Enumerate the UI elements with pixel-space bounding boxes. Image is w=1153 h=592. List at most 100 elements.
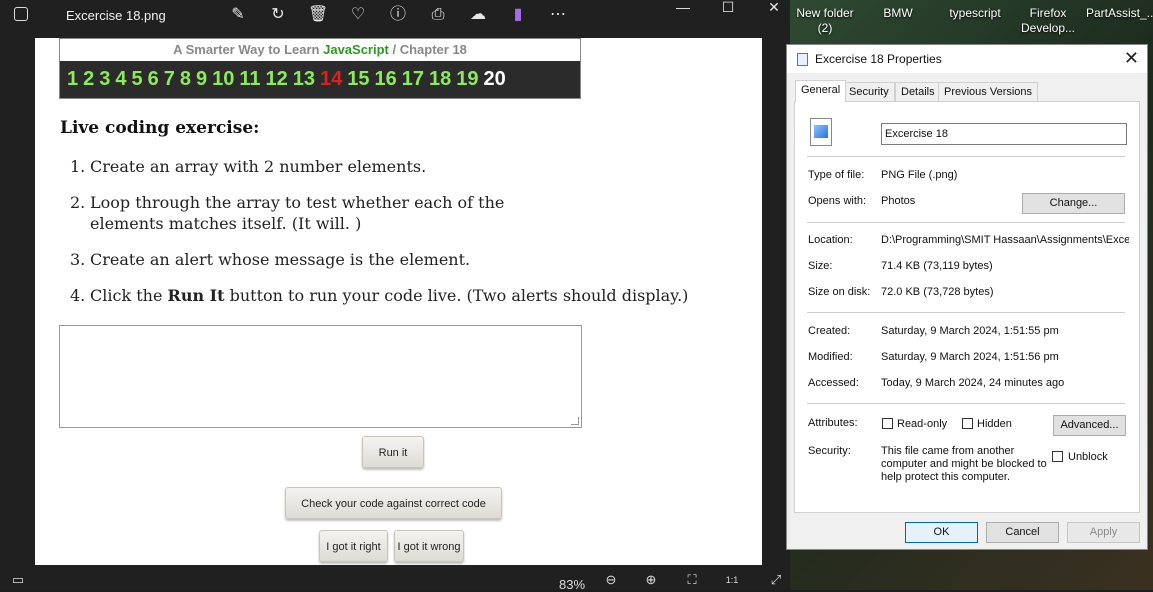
created-label: Created: xyxy=(808,325,851,337)
step-text: Loop through the array to test whether e… xyxy=(90,193,505,233)
size-on-disk-value: 72.0 KB (73,728 bytes) xyxy=(881,286,994,298)
onedrive-icon[interactable]: ☁ xyxy=(468,5,488,25)
desktop-icon-firefox[interactable]: Firefox Develop... xyxy=(1015,6,1081,36)
type-label: Type of file: xyxy=(808,169,865,181)
size-on-disk-label: Size on disk: xyxy=(808,286,871,298)
maximize-button[interactable]: ☐ xyxy=(705,0,751,16)
png-file-icon xyxy=(810,118,832,146)
chapter-link-13[interactable]: 13 xyxy=(293,68,315,90)
unblock-checkbox[interactable] xyxy=(1052,451,1063,462)
chapter-link-3[interactable]: 3 xyxy=(99,68,110,90)
ok-button[interactable]: OK xyxy=(905,522,978,543)
actual-size-icon[interactable]: 1:1 xyxy=(724,573,740,587)
change-button[interactable]: Change... xyxy=(1022,193,1125,214)
info-icon[interactable]: ⓘ xyxy=(388,5,408,25)
minimize-button[interactable]: — xyxy=(660,0,706,16)
more-options-icon[interactable]: ⋯ xyxy=(548,5,568,25)
dialog-close-icon[interactable]: ✕ xyxy=(1124,48,1139,69)
desktop-icon-partassist[interactable]: PartAssist_... xyxy=(1086,6,1153,21)
step-text: Create an alert whose message is the ele… xyxy=(90,250,471,269)
check-code-button[interactable]: Check your code against correct code xyxy=(285,487,502,519)
favorite-icon[interactable]: ♡ xyxy=(348,5,368,25)
desktop-icon-typescript[interactable]: typescript xyxy=(940,6,1010,21)
chapter-link-16[interactable]: 16 xyxy=(375,68,397,90)
chapter-link-7[interactable]: 7 xyxy=(164,68,175,90)
tab-previous-versions[interactable]: Previous Versions xyxy=(938,82,1039,101)
step-text: Create an array with 2 number elements. xyxy=(90,157,427,176)
file-name-field[interactable]: Excercise 18 xyxy=(881,123,1127,145)
got-it-right-button[interactable]: I got it right xyxy=(319,530,388,562)
dialog-titlebar: Excercise 18 Properties ✕ xyxy=(787,45,1147,73)
chapter-link-9[interactable]: 9 xyxy=(196,68,207,90)
chapter-link-17[interactable]: 17 xyxy=(402,68,424,90)
unblock-label[interactable]: Unblock xyxy=(1068,451,1108,463)
rotate-icon[interactable]: ↻ xyxy=(268,5,288,25)
filmstrip-icon[interactable]: ▭ xyxy=(10,573,26,587)
hidden-checkbox[interactable] xyxy=(962,418,973,429)
step-3: 3. Create an alert whose message is the e… xyxy=(70,249,730,270)
security-label: Security: xyxy=(808,445,851,457)
exercise-steps: 1. Create an array with 2 number elements… xyxy=(70,156,730,321)
desktop-icon-bmw[interactable]: BMW xyxy=(878,6,918,21)
chapter-link-4[interactable]: 4 xyxy=(115,68,126,90)
chapter-link-20[interactable]: 20 xyxy=(484,68,506,90)
resize-grip-icon[interactable] xyxy=(571,417,579,425)
divider xyxy=(807,222,1125,223)
step-number: 2. xyxy=(70,193,86,212)
advanced-button[interactable]: Advanced... xyxy=(1053,415,1126,436)
opens-with-value: Photos xyxy=(881,195,916,207)
chapter-link-2[interactable]: 2 xyxy=(83,68,94,90)
chapter-link-14[interactable]: 14 xyxy=(320,68,342,90)
chapter-link-8[interactable]: 8 xyxy=(180,68,191,90)
divider xyxy=(807,403,1125,404)
cancel-button[interactable]: Cancel xyxy=(986,522,1059,543)
step-4: 4. Click the Run It button to run your co… xyxy=(70,285,730,306)
chapter-link-19[interactable]: 19 xyxy=(456,68,478,90)
divider xyxy=(807,156,1125,157)
tab-security[interactable]: Security xyxy=(843,82,895,101)
zoom-out-icon[interactable]: ⊖ xyxy=(603,573,619,587)
chapter-link-11[interactable]: 11 xyxy=(239,68,260,90)
chapter-link-6[interactable]: 6 xyxy=(148,68,159,90)
viewer-filename: Excercise 18.png xyxy=(66,8,166,23)
edit-image-icon[interactable]: ✎ xyxy=(228,5,248,25)
run-it-button[interactable]: Run it xyxy=(362,436,424,468)
image-thumbnail-icon xyxy=(814,125,828,138)
viewer-titlebar: Excercise 18.png ✎ ↻ 🗑 ♡ ⓘ ⎙ ☁ ▮ ⋯ — ☐ ✕ xyxy=(0,0,790,30)
step-2: 2. Loop through the array to test whether… xyxy=(70,192,570,234)
hidden-label[interactable]: Hidden xyxy=(977,418,1012,430)
step-number: 3. xyxy=(70,250,86,269)
exercise-title: Live coding exercise: xyxy=(60,118,260,138)
tab-general[interactable]: General xyxy=(795,80,847,102)
chapter-link-10[interactable]: 10 xyxy=(212,68,234,90)
chapter-link-1[interactable]: 1 xyxy=(67,68,78,90)
chapter-link-15[interactable]: 15 xyxy=(347,68,369,90)
tab-details[interactable]: Details xyxy=(895,82,941,101)
clipchamp-icon[interactable]: ▮ xyxy=(508,5,528,25)
divider xyxy=(807,312,1125,313)
location-label: Location: xyxy=(808,234,853,246)
chapter-link-18[interactable]: 18 xyxy=(429,68,451,90)
fit-to-window-icon[interactable]: ⛶ xyxy=(684,573,700,587)
desktop-icon-new-folder[interactable]: New folder (2) xyxy=(795,6,855,36)
photos-viewer-window: Excercise 18.png ✎ ↻ 🗑 ♡ ⓘ ⎙ ☁ ▮ ⋯ — ☐ ✕… xyxy=(0,0,790,592)
accessed-value: Today, 9 March 2024, 24 minutes ago xyxy=(881,377,1065,389)
got-it-wrong-button[interactable]: I got it wrong xyxy=(394,530,464,562)
full-screen-icon[interactable]: ⤢ xyxy=(768,573,784,587)
chapter-link-12[interactable]: 12 xyxy=(266,68,288,90)
created-value: Saturday, 9 March 2024, 1:51:55 pm xyxy=(881,325,1059,337)
zoom-in-icon[interactable]: ⊕ xyxy=(643,573,659,587)
step-1: 1. Create an array with 2 number elements… xyxy=(70,156,730,177)
print-icon[interactable]: ⎙ xyxy=(428,5,448,25)
file-icon xyxy=(797,53,808,66)
accessed-label: Accessed: xyxy=(808,377,859,389)
code-textarea[interactable] xyxy=(59,325,582,428)
delete-icon[interactable]: 🗑 xyxy=(308,5,328,25)
readonly-checkbox[interactable] xyxy=(882,418,893,429)
chapter-link-5[interactable]: 5 xyxy=(132,68,143,90)
apply-button[interactable]: Apply xyxy=(1067,522,1140,543)
size-value: 71.4 KB (73,119 bytes) xyxy=(881,260,993,272)
security-warning-text: This file came from another computer and… xyxy=(881,445,1047,483)
readonly-label[interactable]: Read-only xyxy=(897,418,947,430)
type-value: PNG File (.png) xyxy=(881,169,958,181)
